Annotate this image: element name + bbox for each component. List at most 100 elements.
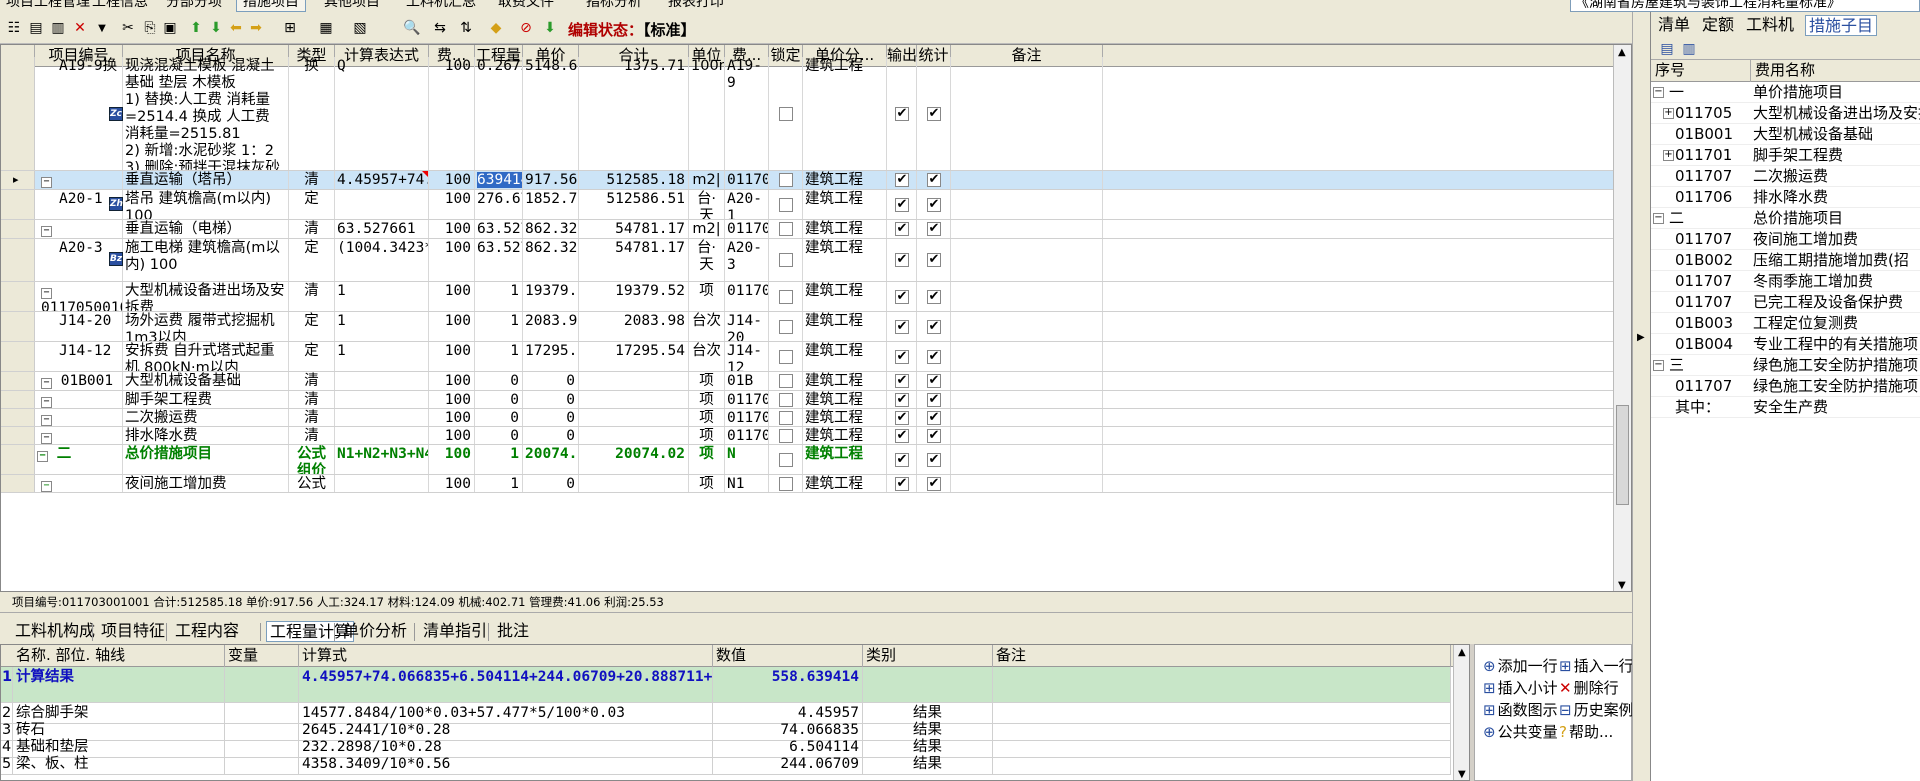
cell-qty[interactable]: 1	[475, 342, 523, 371]
cell-rate[interactable]: 100	[429, 475, 475, 492]
detail-tab[interactable]: 项目特征	[98, 621, 168, 642]
cell-note[interactable]	[951, 312, 1103, 341]
library-tab[interactable]: 定额	[1699, 15, 1737, 36]
cell-fee[interactable]: A20-3	[725, 239, 769, 281]
cell-type[interactable]: 换	[289, 57, 335, 170]
grid-row[interactable]: A19-9换 现浇混凝土模板 混凝土基础 垫层 木模板 1) 替换:人工费 消耗量…	[1, 57, 1631, 171]
cell-name[interactable]: 安拆费 自升式塔式起重机 800kN·m以内	[123, 342, 289, 371]
calc-action-common-variable[interactable]: ⊕ 公共变量	[1483, 721, 1558, 742]
module-tab[interactable]: 工程信息	[86, 0, 154, 12]
cell-name[interactable]: 总价措施项目	[123, 445, 289, 474]
stat-checkbox[interactable]	[926, 171, 941, 188]
cell-type[interactable]: 清	[289, 372, 335, 390]
grid-row[interactable]: − 011701001001脚手架工程费清10000项011701建筑工程	[1, 391, 1631, 409]
cell-cat[interactable]: 建筑工程	[803, 445, 887, 474]
cell-stat[interactable]	[917, 475, 951, 492]
cell-expr[interactable]: (1004.3423*7+57.477*4)/100*0.875	[335, 239, 429, 281]
row-marker[interactable]	[1, 282, 35, 311]
cell-cat[interactable]: 建筑工程	[803, 190, 887, 219]
calc-scroll-down-icon[interactable]: ▼	[1458, 769, 1466, 780]
expand-icon[interactable]: +	[1663, 108, 1674, 119]
cell-total[interactable]: 1375.71	[579, 57, 689, 170]
cell-expr[interactable]: 1	[335, 342, 429, 371]
move-up-icon[interactable]: ⬆	[186, 18, 206, 38]
insert-row-icon[interactable]: ▤	[26, 18, 46, 38]
stat-checkbox[interactable]	[926, 105, 941, 122]
cell-out[interactable]	[887, 171, 917, 189]
cell-qty[interactable]: 0.2672	[475, 57, 523, 170]
lock-checkbox[interactable]	[778, 392, 793, 407]
grid-scroll-thumb[interactable]	[1616, 405, 1629, 505]
stat-checkbox[interactable]	[926, 288, 941, 305]
calc-cell-note[interactable]	[993, 754, 1451, 774]
calc-action-function-chart[interactable]: ⊞ 函数图示	[1483, 699, 1558, 720]
cell-stat[interactable]	[917, 427, 951, 444]
cell-price[interactable]: 0	[523, 391, 579, 408]
cell-total[interactable]: 512586.51	[579, 190, 689, 219]
cell-lock[interactable]	[769, 475, 803, 492]
cell-note[interactable]	[951, 391, 1103, 408]
library-item[interactable]: 01B004 专业工程中的有关措施项	[1651, 334, 1920, 355]
stat-checkbox[interactable]	[926, 348, 941, 365]
cell-lock[interactable]	[769, 57, 803, 170]
library-item[interactable]: − 三 绿色施工安全防护措施项	[1651, 355, 1920, 376]
cell-cat[interactable]: 建筑工程	[803, 427, 887, 444]
cell-unit[interactable]: 项	[689, 409, 725, 426]
cell-lock[interactable]	[769, 342, 803, 371]
output-checkbox[interactable]	[894, 475, 909, 492]
cell-rate[interactable]: 100	[429, 342, 475, 371]
row-marker[interactable]	[1, 342, 35, 371]
grid-row[interactable]: − 011707001001夜间施工增加费 公式组价 10010 项N1 建筑工程	[1, 475, 1631, 493]
calc-cell-var[interactable]	[225, 667, 299, 702]
export-icon[interactable]: ⬇	[540, 18, 560, 38]
lock-checkbox[interactable]	[778, 374, 793, 388]
calc-cell-name[interactable]: 梁、板、柱	[13, 754, 225, 774]
grid-row[interactable]: − 二总价措施项目公式组价N1+N2+N3+N4+N5+N6100120074.…	[1, 445, 1631, 475]
calc-cell-var[interactable]	[225, 754, 299, 774]
cell-total[interactable]: 19379.52	[579, 282, 689, 311]
lock-checkbox[interactable]	[778, 319, 793, 334]
output-checkbox[interactable]	[894, 171, 909, 188]
cell-price[interactable]: 20074.	[523, 445, 579, 474]
cell-total[interactable]: 54781.17	[579, 239, 689, 281]
calc-column-header[interactable]: 备注	[993, 645, 1451, 667]
delete-icon[interactable]: ✕	[70, 18, 90, 38]
cell-unit[interactable]: 项	[689, 372, 725, 390]
library-item[interactable]: 011707 绿色施工安全防护措施项	[1651, 376, 1920, 397]
cell-code[interactable]: − 011706002001	[35, 427, 123, 444]
collapse-icon[interactable]: −	[1653, 87, 1664, 98]
library-expand-icon[interactable]: ▤	[1657, 39, 1677, 59]
row-marker[interactable]	[1, 220, 35, 238]
cell-name[interactable]: 脚手架工程费	[123, 391, 289, 408]
grid-row[interactable]: − 011707004001二次搬运费清10000项011707建筑工程	[1, 409, 1631, 427]
cell-unit[interactable]: 项	[689, 445, 725, 474]
cell-note[interactable]	[951, 475, 1103, 492]
calc-scroll-up-icon[interactable]: ▲	[1458, 647, 1466, 658]
cell-stat[interactable]	[917, 57, 951, 170]
library-item[interactable]: 01B001 大型机械设备基础	[1651, 124, 1920, 145]
move-left-icon[interactable]: ⬅	[226, 18, 246, 38]
cell-unit[interactable]: 100m2	[689, 57, 725, 170]
calc-cell-kind[interactable]	[863, 667, 993, 702]
cell-fee[interactable]: 011701	[725, 391, 769, 408]
cell-out[interactable]	[887, 409, 917, 426]
delete-menu-chevron-icon[interactable]: ▼	[92, 18, 112, 38]
sort-icon[interactable]: ⇅	[456, 18, 476, 38]
row-marker[interactable]	[1, 427, 35, 444]
cell-qty[interactable]: 0	[475, 427, 523, 444]
cell-name[interactable]: 场外运费 履带式挖掘机 1m3以内	[123, 312, 289, 341]
output-checkbox[interactable]	[894, 391, 909, 408]
library-item[interactable]: +011701 脚手架工程费	[1651, 145, 1920, 166]
detail-tab[interactable]: 工料机构成	[12, 621, 98, 642]
cell-type[interactable]: 公式组价	[289, 475, 335, 492]
cell-type[interactable]: 清	[289, 409, 335, 426]
cell-lock[interactable]	[769, 171, 803, 189]
insert-child-icon[interactable]: ▥	[48, 18, 68, 38]
cell-name[interactable]: 大型机械设备进出场及安拆费	[123, 282, 289, 311]
cell-total[interactable]: 17295.54	[579, 342, 689, 371]
expand-icon[interactable]: +	[1663, 150, 1674, 161]
cell-rate[interactable]: 100	[429, 282, 475, 311]
replace-icon[interactable]: ⇆	[430, 18, 450, 38]
view-icon[interactable]: ▦	[316, 18, 336, 38]
grid-row[interactable]: ▸− 011703001001垂直运输（塔吊） 清4.45957+74.10063…	[1, 171, 1631, 190]
